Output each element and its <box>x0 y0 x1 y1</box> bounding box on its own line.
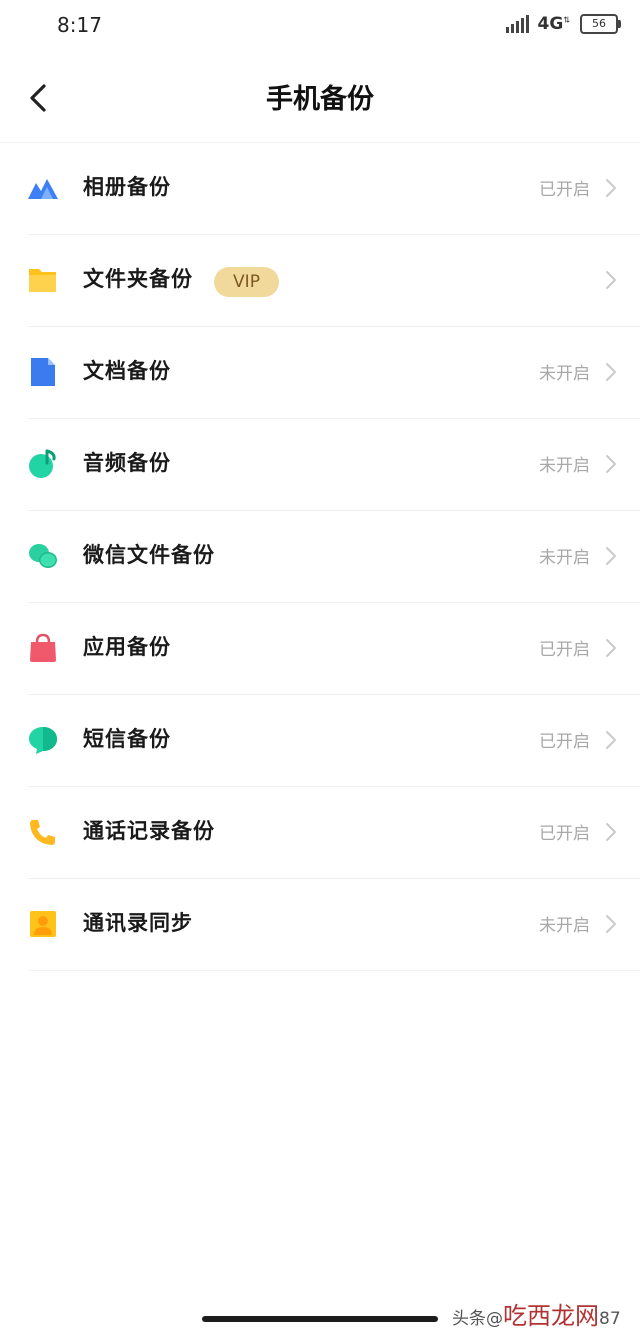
document-icon <box>31 358 55 386</box>
item-label: 文档备份 <box>83 359 171 383</box>
item-status: 已开启 <box>539 180 590 200</box>
music-icon <box>29 449 56 478</box>
item-label: 通话记录备份 <box>83 819 215 843</box>
list-item-sms-backup[interactable]: 短信备份 已开启 <box>28 695 640 787</box>
chevron-right-icon <box>606 915 616 933</box>
item-label: 相册备份 <box>83 175 171 199</box>
watermark-prefix: 头条@ <box>452 1309 503 1329</box>
signal-icon <box>505 15 529 33</box>
watermark: 头条@吃西龙网87 <box>452 1296 621 1331</box>
item-status: 已开启 <box>539 640 590 660</box>
list-item-document-backup[interactable]: 文档备份 未开启 <box>28 327 640 419</box>
list-item-photo-backup[interactable]: 相册备份 已开启 <box>28 143 640 235</box>
app-bag-icon <box>30 633 56 662</box>
item-label: 通讯录同步 <box>83 911 193 935</box>
status-time: 8:17 <box>57 13 102 37</box>
battery-icon: 56 <box>580 14 621 34</box>
item-status: 未开启 <box>539 364 590 384</box>
status-bar: 8:17 4G⇅ 56 <box>0 0 640 52</box>
list-item-folder-backup[interactable]: 文件夹备份 VIP <box>28 235 640 327</box>
photo-album-icon <box>28 179 58 199</box>
chevron-right-icon <box>606 731 616 749</box>
chevron-right-icon <box>606 179 616 197</box>
home-indicator[interactable] <box>202 1316 438 1322</box>
list-item-contacts-sync[interactable]: 通讯录同步 未开启 <box>28 879 640 971</box>
page-title: 手机备份 <box>266 84 374 115</box>
backup-list: 相册备份 已开启 文件夹备份 VIP 文档备份 未开启 音频备份 未开启 微信文… <box>0 143 640 971</box>
item-status: 已开启 <box>539 824 590 844</box>
contacts-icon <box>30 911 56 937</box>
chevron-right-icon <box>606 363 616 381</box>
watermark-suffix: 87 <box>599 1309 621 1329</box>
vip-badge: VIP <box>214 267 279 297</box>
list-item-wechat-backup[interactable]: 微信文件备份 未开启 <box>28 511 640 603</box>
item-status: 未开启 <box>539 916 590 936</box>
item-status: 未开启 <box>539 456 590 476</box>
list-item-audio-backup[interactable]: 音频备份 未开启 <box>28 419 640 511</box>
item-label: 文件夹备份 <box>83 267 193 291</box>
phone-icon <box>30 820 55 845</box>
item-label: 微信文件备份 <box>83 543 215 567</box>
watermark-brand: 吃西龙网 <box>503 1302 599 1330</box>
item-label: 短信备份 <box>83 727 171 751</box>
chevron-right-icon <box>606 271 616 289</box>
item-status: 未开启 <box>539 548 590 568</box>
status-indicators: 4G⇅ 56 <box>505 14 621 34</box>
chevron-right-icon <box>606 455 616 473</box>
chevron-right-icon <box>606 547 616 565</box>
list-item-app-backup[interactable]: 应用备份 已开启 <box>28 603 640 695</box>
folder-icon <box>29 269 56 292</box>
battery-level: 56 <box>592 17 606 30</box>
chevron-right-icon <box>606 639 616 657</box>
network-label: 4G⇅ <box>537 14 571 34</box>
chevron-right-icon <box>606 823 616 841</box>
item-status: 已开启 <box>539 732 590 752</box>
list-item-call-log-backup[interactable]: 通话记录备份 已开启 <box>28 787 640 879</box>
wechat-icon <box>29 544 57 568</box>
item-label: 音频备份 <box>83 451 171 475</box>
nav-bar: 手机备份 <box>0 52 640 143</box>
message-icon <box>29 727 57 754</box>
item-label: 应用备份 <box>83 635 171 659</box>
